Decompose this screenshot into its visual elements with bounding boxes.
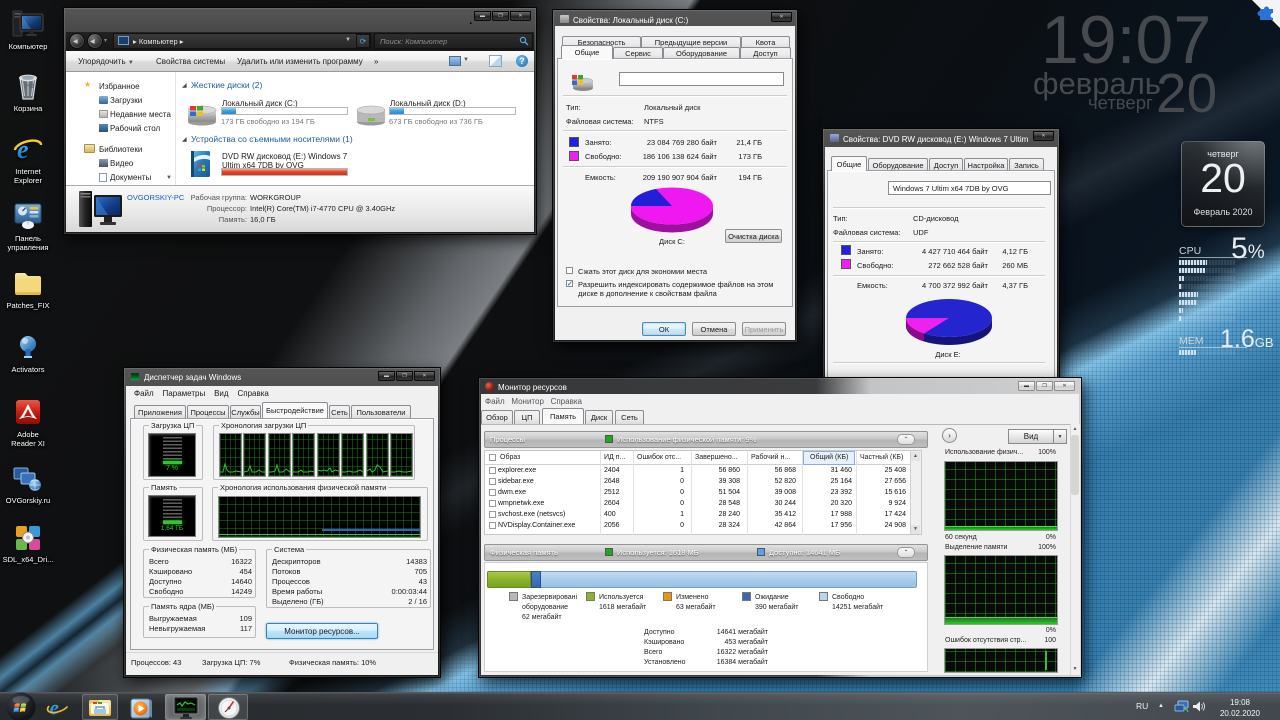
svg-text:e: e xyxy=(17,135,29,164)
svg-text:e: e xyxy=(50,696,59,720)
